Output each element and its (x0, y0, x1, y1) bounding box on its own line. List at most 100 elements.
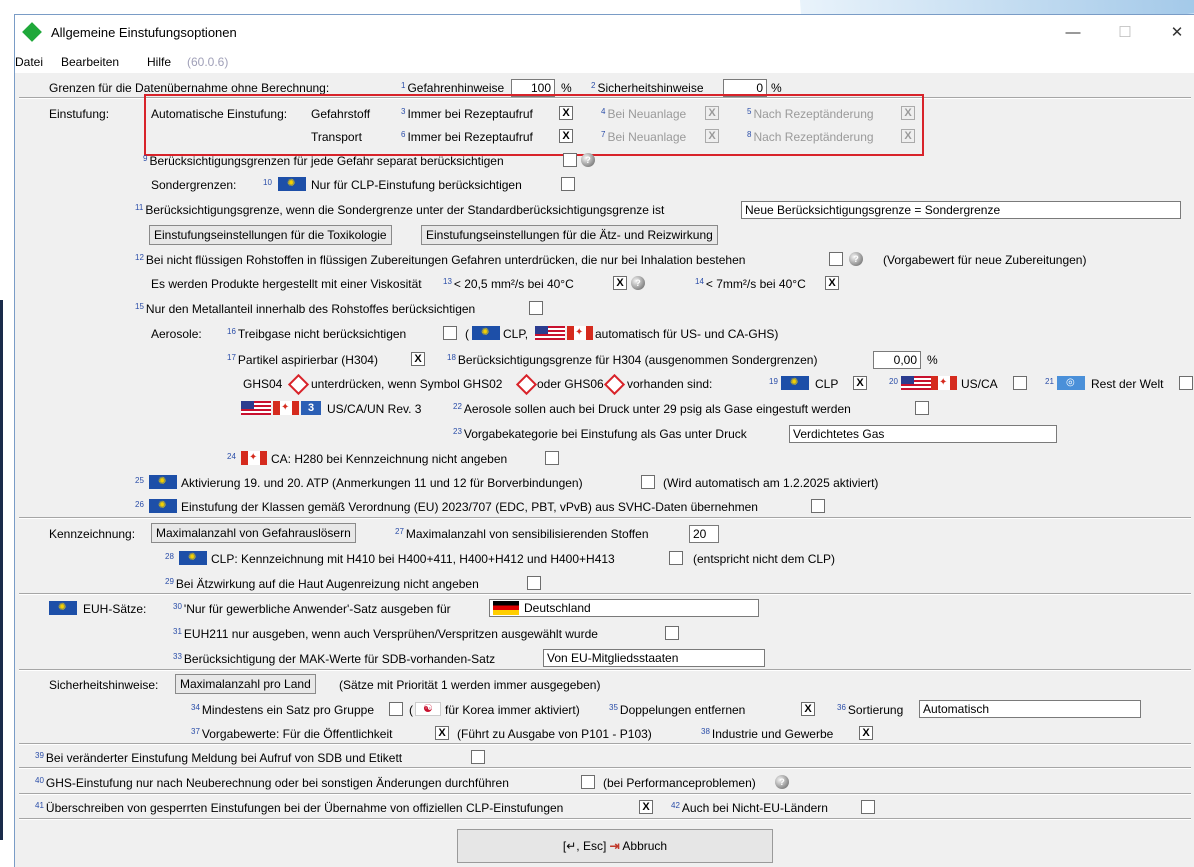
viskositaet-label: Es werden Produkte hergestellt mit einer… (151, 277, 422, 291)
index-15: 15 (135, 302, 144, 311)
max-sens-input[interactable]: 20 (689, 525, 719, 543)
nach-rezeptaenderung-transport-checkbox[interactable]: X (901, 129, 915, 143)
eu-flag-icon (49, 601, 77, 615)
max-sens-label: Maximalanzahl von sensibilisierenden Sto… (405, 527, 649, 541)
vorgabewerte-label: Vorgabewerte: Für die Öffentlichkeit (201, 727, 393, 741)
h410-note-label: (entspricht nicht dem CLP) (693, 552, 836, 566)
h304-input[interactable]: 0,00 (873, 351, 921, 369)
clp-only-label: Nur für CLP-Einstufung berücksichtigen (311, 178, 522, 192)
atp-label: Aktivierung 19. und 20. ATP (Anmerkungen… (181, 476, 583, 490)
us-flag-icon (535, 326, 565, 340)
treibgase-label: Treibgase nicht berücksichtigen (237, 327, 407, 341)
svhc-checkbox[interactable] (811, 499, 825, 513)
toxikologie-button[interactable]: Einstufungseinstellungen für die Toxikol… (149, 225, 392, 245)
transport-label: Transport (311, 130, 362, 144)
help-icon[interactable]: ? (849, 252, 863, 266)
land-value: Deutschland (524, 601, 591, 615)
viskositaet-20-checkbox[interactable]: X (613, 276, 627, 290)
eu-flag-icon (149, 475, 177, 489)
index-21: 21 (1045, 377, 1054, 386)
nach-rezeptaenderung-label: Nach Rezeptänderung (753, 130, 874, 144)
viskositaet-7-label: < 7mm²/s bei 40°C (705, 277, 806, 291)
aerosole-label: Aerosole: (151, 327, 202, 341)
index-29: 29 (165, 577, 174, 586)
menu-hilfe[interactable]: Hilfe (147, 55, 171, 69)
immer-rezeptaufruf-transport-checkbox[interactable]: X (559, 129, 573, 143)
index-37: 37 (191, 727, 200, 736)
ca-h280-checkbox[interactable] (545, 451, 559, 465)
desktop-left-edge (0, 0, 14, 866)
immer-rezeptaufruf-label: Immer bei Rezeptaufruf (407, 107, 533, 121)
index-28: 28 (165, 552, 174, 561)
h410-checkbox[interactable] (669, 551, 683, 565)
ueberschreiben-label: Überschreiben von gesperrten Einstufunge… (45, 801, 564, 815)
ghs-neuberechnung-checkbox[interactable] (581, 775, 595, 789)
index-16: 16 (227, 327, 236, 336)
industrie-label: Industrie und Gewerbe (711, 727, 834, 741)
maximize-button[interactable]: ☐ (1111, 21, 1139, 45)
grenze-select[interactable]: Neue Berücksichtigungsgrenze = Sondergre… (741, 201, 1181, 219)
nicht-eu-checkbox[interactable] (861, 800, 875, 814)
usca20-checkbox[interactable] (1013, 376, 1027, 390)
meldung-checkbox[interactable] (471, 750, 485, 764)
index-24: 24 (227, 452, 236, 461)
usca20-label: US/CA (961, 377, 998, 391)
menu-bearbeiten[interactable]: Bearbeiten (61, 55, 119, 69)
help-icon[interactable]: ? (775, 775, 789, 789)
index-14: 14 (695, 277, 704, 286)
oeffentlichkeit-checkbox[interactable]: X (435, 726, 449, 740)
industrie-checkbox[interactable]: X (859, 726, 873, 740)
minimize-button[interactable]: — (1059, 21, 1087, 45)
land-select[interactable]: Deutschland (489, 599, 759, 617)
index-23: 23 (453, 427, 462, 436)
euh-label: EUH-Sätze: (83, 602, 147, 616)
separat-checkbox[interactable] (563, 153, 577, 167)
doppelungen-label: Doppelungen entfernen (619, 703, 746, 717)
help-icon[interactable]: ? (631, 276, 645, 290)
clp19-checkbox[interactable]: X (853, 376, 867, 390)
doppelungen-checkbox[interactable]: X (801, 702, 815, 716)
gruppe-checkbox[interactable] (389, 702, 403, 716)
viskositaet-7-checkbox[interactable]: X (825, 276, 839, 290)
gewerblich-label: 'Nur für gewerbliche Anwender'-Satz ausg… (183, 602, 451, 616)
atp-checkbox[interactable] (641, 475, 655, 489)
rest-der-welt-checkbox[interactable] (1179, 376, 1193, 390)
index-9: 9 (143, 154, 148, 163)
metallanteil-checkbox[interactable] (529, 301, 543, 315)
clp19-label: CLP (815, 377, 839, 391)
inhalation-checkbox[interactable] (829, 252, 843, 266)
un-flag-icon (1057, 376, 1085, 390)
help-icon[interactable]: ? (581, 153, 595, 167)
gruppe-label: Mindestens ein Satz pro Gruppe (201, 703, 375, 717)
partikel-checkbox[interactable]: X (411, 352, 425, 366)
ghs06-icon (603, 373, 626, 396)
sondergrenzen-label: Sondergrenzen: (151, 178, 237, 192)
menu-bar: Datei Bearbeiten Hilfe (60.0.6) (15, 51, 1194, 73)
druck29-checkbox[interactable] (915, 401, 929, 415)
separator (19, 793, 1191, 795)
us-flag-icon (901, 376, 931, 390)
menu-datei[interactable]: Datei (15, 55, 43, 69)
mak-select[interactable]: Von EU-Mitgliedsstaaten (543, 649, 765, 667)
abbruch-button[interactable]: [↵, Esc] ⇥ Abbruch (457, 829, 773, 863)
immer-rezeptaufruf-gefahrstoff-checkbox[interactable]: X (559, 106, 573, 120)
clp-only-checkbox[interactable] (561, 177, 575, 191)
index-26: 26 (135, 500, 144, 509)
augenreizung-checkbox[interactable] (527, 576, 541, 590)
close-button[interactable]: ✕ (1163, 21, 1191, 45)
treibgase-checkbox[interactable] (443, 326, 457, 340)
neuanlage-gefahrstoff-checkbox[interactable]: X (705, 106, 719, 120)
eu-flag-icon (179, 551, 207, 565)
euh211-checkbox[interactable] (665, 626, 679, 640)
rev3-badge: 3 (301, 401, 321, 415)
neuanlage-transport-checkbox[interactable]: X (705, 129, 719, 143)
sortierung-select[interactable]: Automatisch (919, 700, 1141, 718)
nach-rezeptaenderung-gefahrstoff-checkbox[interactable]: X (901, 106, 915, 120)
max-pro-land-button[interactable]: Maximalanzahl pro Land (175, 674, 316, 694)
aetzwirkung-button[interactable]: Einstufungseinstellungen für die Ätz- un… (421, 225, 718, 245)
max-gefahrausloeser-button[interactable]: Maximalanzahl von Gefahrauslösern (151, 523, 356, 543)
vorgabekategorie-select[interactable]: Verdichtetes Gas (789, 425, 1057, 443)
ueberschreiben-checkbox[interactable]: X (639, 800, 653, 814)
kennzeichnung-label: Kennzeichnung: (49, 527, 136, 541)
ghs04-label: GHS04 (243, 377, 283, 391)
